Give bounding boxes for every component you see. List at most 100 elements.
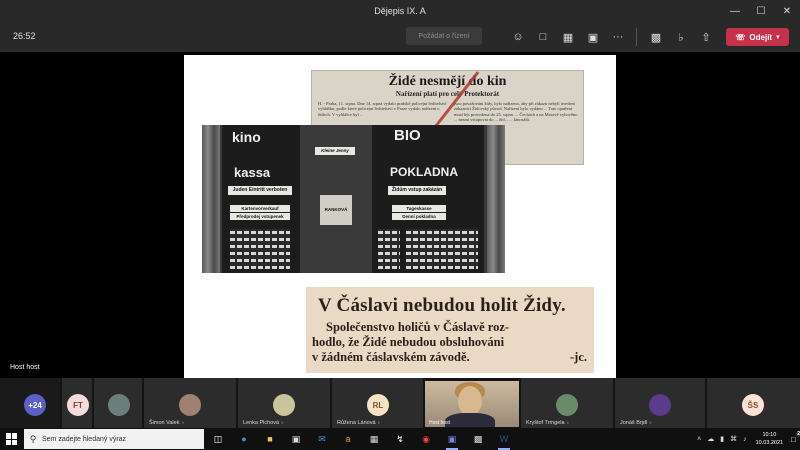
meeting-timer: 26:52 — [13, 31, 36, 41]
avatar: FT — [67, 394, 89, 416]
teams-icon[interactable]: ▣ — [444, 431, 460, 450]
participant-tile[interactable]: Kryštof Trmgela ♭ — [521, 378, 613, 428]
chevron-up-icon[interactable]: ˄ — [697, 436, 701, 443]
photos-icon[interactable]: ▦ — [366, 431, 382, 447]
breakout-rooms-icon[interactable]: ▦ — [560, 29, 576, 45]
presenter-name-tag: Host host — [10, 364, 40, 371]
participant-tile[interactable] — [94, 378, 142, 428]
window-controls: — ☐ ✕ — [722, 0, 800, 22]
toolbar-separator — [636, 28, 637, 46]
leave-meeting-button[interactable]: ☏ Odejít ▾ — [726, 28, 789, 46]
task-view-icon[interactable]: ◫ — [210, 431, 226, 447]
bolt-app-icon[interactable]: ↯ — [392, 431, 408, 447]
sign-pokladna: POKLADNA — [390, 165, 458, 179]
app-icon[interactable]: ▩ — [470, 431, 486, 447]
sign-tageskasse: Tageskasse — [392, 205, 446, 212]
windows-start-icon[interactable] — [6, 433, 18, 445]
participant-name-text: Šimon Valek — [149, 420, 180, 426]
photo-curtain — [202, 125, 220, 273]
sign-bio: BIO — [394, 127, 421, 144]
participants-icon[interactable]: ☺ — [510, 29, 526, 45]
windows-taskbar: ⚲ Sem zadejte hledaný výraz ◫ ● ■ ▣ ✉ a … — [0, 428, 800, 450]
participant-name: Host host — [429, 420, 451, 426]
presentation-slide: Židé nesmějí do kin Nařízení platí pro c… — [184, 55, 616, 378]
clipping-body: Společenstvo holičů v Čáslavě roz- hodlo… — [312, 320, 587, 365]
sign-juden-verboten: Juden Eintritt verboten — [228, 186, 292, 195]
request-control-button[interactable]: Požádat o řízení — [406, 27, 482, 45]
participant-tile[interactable]: Jonáš Brjdl ♭ — [615, 378, 705, 428]
word-icon[interactable]: W — [496, 431, 512, 450]
microphone-muted-icon: ♭ — [649, 420, 652, 426]
volume-icon[interactable]: ♪ — [743, 436, 747, 443]
minimize-icon[interactable]: — — [722, 0, 748, 22]
participant-name: Kryštof Trmgela ♭ — [526, 420, 569, 426]
avatar: RL — [367, 394, 389, 416]
network-icon[interactable]: ⌘ — [730, 435, 737, 443]
clipping-subheadline: Nařízení platí pro celý Protektorát — [395, 90, 500, 98]
sign-zidum-zakazan: Židům vstup zakázán — [388, 186, 446, 195]
avatar — [556, 394, 578, 416]
movie-poster: RANKOVÁ — [320, 195, 352, 225]
microphone-muted-icon[interactable]: ♭ — [673, 29, 689, 45]
chevron-down-icon: ▾ — [776, 34, 780, 41]
share-screen-icon[interactable]: ⇧ — [698, 29, 714, 45]
sign-movie-title: Kleine Jenny — [315, 147, 355, 155]
file-explorer-icon[interactable]: ■ — [262, 431, 278, 447]
camera-off-icon[interactable]: ▩ — [648, 29, 664, 45]
sign-denni-pokladna: Denní pokladna — [392, 213, 446, 220]
taskbar-search-box[interactable]: ⚲ Sem zadejte hledaný výraz — [24, 429, 204, 449]
participant-name: Lenka Plchová ♭ — [243, 420, 283, 426]
participant-tile[interactable]: Lenka Plchová ♭ — [238, 378, 330, 428]
cloud-icon[interactable]: ☁ — [707, 435, 714, 443]
search-icon: ⚲ — [29, 433, 37, 444]
participant-tile[interactable]: RL Růžena Lánová ♭ — [332, 378, 423, 428]
window-title: Dějepis IX. A — [374, 6, 426, 16]
participant-tile[interactable]: FT — [62, 378, 92, 428]
clock-time: 10:10 — [762, 432, 777, 438]
clipping-line-text: v žádném čáslavském závodě. — [312, 350, 470, 364]
microphone-muted-icon: ♭ — [281, 420, 284, 426]
more-actions-icon[interactable]: ··· — [610, 29, 626, 45]
title-bar: Dějepis IX. A — ☐ ✕ — [0, 0, 800, 22]
clipping-headline: Židé nesmějí do kin — [388, 74, 507, 89]
participant-name: Šimon Valek ♭ — [149, 420, 184, 426]
notification-count: 2 — [796, 430, 800, 437]
sign-kassa: kassa — [234, 165, 271, 180]
teams-meeting-window: Dějepis IX. A — ☐ ✕ 26:52 Požádat o říze… — [0, 0, 800, 450]
notification-icon[interactable]: □ 2 — [791, 430, 800, 444]
microphone-muted-icon: ♭ — [181, 420, 184, 426]
mail-icon[interactable]: ✉ — [314, 431, 330, 447]
edge-icon[interactable]: ● — [236, 431, 252, 447]
system-tray: ˄ ☁ ▮ ⌘ ♪ 10:10 10.03.2021 □ 2 — [694, 428, 800, 450]
shared-content-stage: Židé nesmějí do kin Nařízení platí pro c… — [0, 52, 800, 378]
cinema-ticket-office-photo: kino BIO kassa POKLADNA Juden Eintritt v… — [202, 125, 505, 273]
phone-hangup-icon: ☏ — [735, 32, 746, 42]
newspaper-clipping-barbers: V Čáslavi nebudou holit Židy. Společenst… — [306, 287, 594, 373]
avatar: ŠS — [742, 394, 764, 416]
maximize-icon[interactable]: ☐ — [748, 0, 774, 22]
meeting-toolbar: 26:52 Požádat o řízení ☺ □ ▦ ▣ ··· ▩ ♭ ⇧… — [0, 22, 800, 52]
participant-tile[interactable]: Šimon Valek ♭ — [144, 378, 236, 428]
microphone-muted-icon: ♭ — [377, 420, 380, 426]
chrome-icon[interactable]: ◉ — [418, 431, 434, 447]
participant-name: Růžena Lánová ♭ — [337, 420, 380, 426]
share-tray-icon[interactable]: ▣ — [585, 29, 601, 45]
participant-name-text: Jonáš Brjdl — [620, 420, 648, 426]
amazon-icon[interactable]: a — [340, 431, 356, 447]
participant-tile[interactable]: ŠS — [707, 378, 800, 428]
battery-icon[interactable]: ▮ — [720, 435, 724, 443]
sign-kino: kino — [232, 129, 261, 145]
store-icon[interactable]: ▣ — [288, 431, 304, 447]
chat-icon[interactable]: □ — [535, 29, 551, 45]
sign-vorverkauf: Kartenvorverkauf — [230, 205, 290, 212]
participant-name-text: Lenka Plchová — [243, 420, 280, 426]
close-icon[interactable]: ✕ — [774, 0, 800, 22]
clock-date: 10.03.2021 — [755, 440, 784, 446]
more-participants-badge[interactable]: +24 — [24, 394, 46, 416]
sign-predprodej: Předprodej vstupenek — [230, 213, 290, 220]
clipping-line: hodlo, že Židé nebudou obsluhováni — [312, 335, 505, 349]
taskbar-clock[interactable]: 10:10 10.03.2021 — [756, 431, 784, 447]
clipping-line: v žádném čáslavském závodě. -jc. — [312, 350, 587, 365]
participant-video-tile[interactable]: Host host — [425, 381, 519, 427]
video-person — [445, 413, 495, 427]
